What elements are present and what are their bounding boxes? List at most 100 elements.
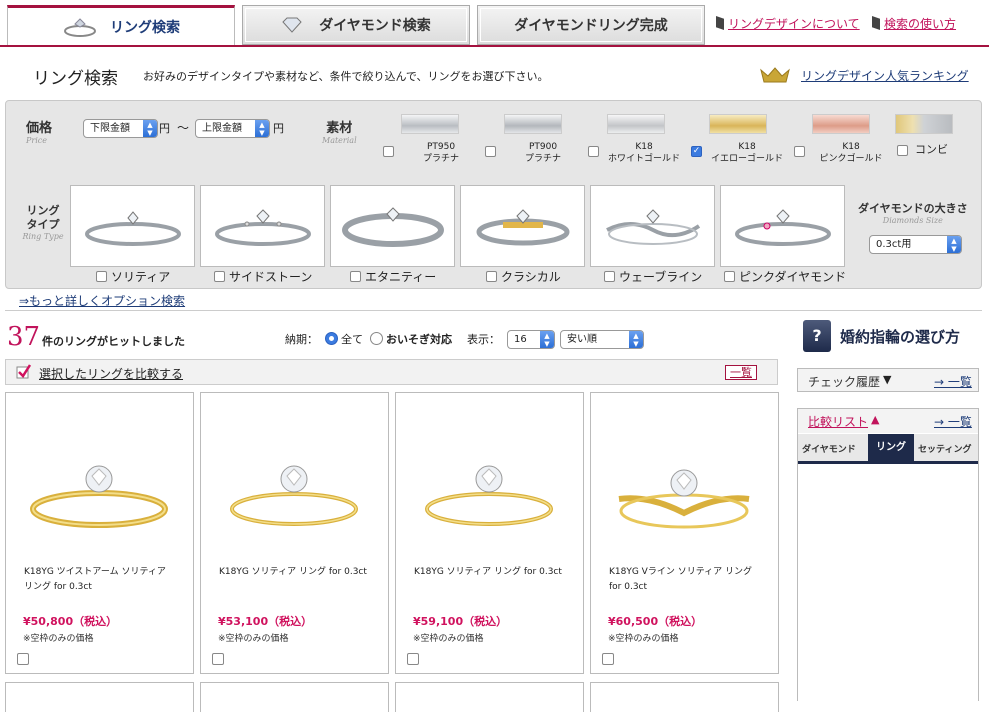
compare-selected-link[interactable]: 選択したリングを比較する	[39, 365, 183, 382]
product-price: ¥50,800（税込）	[23, 615, 118, 628]
product-price-note: ※空枠のみの価格	[23, 634, 94, 644]
ringtype-image-pink-diamond[interactable]	[720, 185, 845, 267]
product-card[interactable]	[200, 682, 389, 712]
product-card[interactable]: K18YG ソリティア リング for 0.3ct ¥59,100（税込） ※空…	[395, 392, 584, 674]
per-page-select[interactable]: 16 ▲ ▼	[507, 330, 555, 349]
material-checkbox-pt950[interactable]	[383, 146, 394, 157]
ringtype-label-classical: クラシカル	[501, 270, 561, 284]
select-value: 下限金額	[90, 123, 130, 134]
ringtype-checkbox-solitaire[interactable]	[96, 271, 107, 282]
product-card[interactable]	[590, 682, 779, 712]
check-history-list-link[interactable]: → 一覧	[934, 373, 972, 390]
show-label: 表示：	[467, 333, 500, 346]
diamond-size-select[interactable]: 0.3ct用 ▲ ▼	[869, 235, 962, 254]
chevron-up-icon[interactable]: ▲	[871, 413, 879, 426]
link-label: 検索の使い方	[884, 17, 957, 31]
product-name[interactable]: K18YG ツイストアーム ソリティアリング for 0.3ct	[24, 565, 174, 595]
sort-select[interactable]: 安い順 ▲ ▼	[560, 330, 644, 349]
product-compare-checkbox[interactable]	[407, 653, 419, 665]
material-label-group: 素材 Material	[322, 117, 357, 145]
ringtype-checkbox-waveline[interactable]	[604, 271, 615, 282]
result-count-text: 件のリングがヒットしました	[42, 335, 185, 348]
product-name[interactable]: K18YG ソリティア リング for 0.3ct	[414, 565, 564, 580]
material-name: K18 ピンクゴールド	[819, 142, 883, 164]
crown-icon	[760, 67, 790, 83]
tab-ring[interactable]: リング	[868, 434, 914, 461]
min-price-select[interactable]: 下限金額 ▲ ▼	[83, 119, 158, 138]
material-checkbox-combi[interactable]	[897, 145, 908, 156]
ringtype-label-solitaire: ソリティア	[111, 270, 171, 284]
delivery-radio-all[interactable]	[325, 332, 338, 345]
ringtype-image-eternity[interactable]	[330, 185, 455, 267]
chevron-down-icon[interactable]: ▼	[883, 373, 891, 386]
product-card[interactable]	[395, 682, 584, 712]
ringtype-checkbox-pink-diamond[interactable]	[724, 271, 735, 282]
ringtype-sublabel: Ring Type	[22, 232, 64, 241]
product-compare-checkbox[interactable]	[602, 653, 614, 665]
ringtype-checkbox-classical[interactable]	[486, 271, 497, 282]
material-checkbox-k18pg[interactable]	[794, 146, 805, 157]
select-value: 16	[514, 334, 527, 345]
compare-list-label[interactable]: 比較リスト	[808, 413, 868, 430]
product-compare-checkbox[interactable]	[17, 653, 29, 665]
material-name: K18 イエローゴールド	[711, 142, 783, 164]
ringtype-label-waveline: ウェーブライン	[619, 270, 703, 284]
ringtype-image-classical[interactable]	[460, 185, 585, 267]
tab-underline	[0, 45, 989, 47]
delivery-radio-rush[interactable]	[370, 332, 383, 345]
ringtype-image-waveline[interactable]	[590, 185, 715, 267]
tab-diamond-search[interactable]: ダイヤモンド検索	[242, 5, 470, 45]
material-label: 素材	[326, 121, 353, 136]
more-options-link[interactable]: ⇒もっと詳しくオプション検索	[19, 292, 185, 309]
chevron-updown-icon: ▲ ▼	[255, 120, 269, 137]
product-card[interactable]: K18YG ソリティア リング for 0.3ct ¥53,100（税込） ※空…	[200, 392, 389, 674]
ring-icon	[64, 18, 96, 37]
material-checkbox-pt900[interactable]	[485, 146, 496, 157]
material-name: K18 ホワイトゴールド	[607, 142, 680, 164]
ranking-link[interactable]: リングデザイン人気ランキング	[801, 67, 969, 84]
classical-ring-icon	[476, 209, 570, 246]
engagement-guide-link[interactable]: 婚約指輪の選び方	[840, 326, 960, 347]
ringtype-label-eternity: エタニティー	[365, 270, 437, 284]
material-checkbox-k18wg[interactable]	[588, 146, 599, 157]
how-to-search-link[interactable]: 検索の使い方	[872, 15, 956, 32]
pink-diamond-ring-icon	[735, 209, 831, 246]
product-name[interactable]: K18YG ソリティア リング for 0.3ct	[219, 565, 369, 580]
product-card[interactable]: K18YG Vライン ソリティア リング for 0.3ct ¥60,500（税…	[590, 392, 779, 674]
material-swatch-pt950	[401, 114, 459, 134]
ring-product-image	[30, 465, 168, 528]
search-panel: 価格 Price 下限金額 ▲ ▼ 円 〜 上限金額 ▲ ▼ 円 素材 Material…	[5, 100, 982, 289]
ringtype-checkbox-eternity[interactable]	[350, 271, 361, 282]
tab-diamond-ring-complete[interactable]: ダイヤモンドリング完成	[477, 5, 705, 45]
compare-list-box: 比較リスト ▲ → 一覧 ダイヤモンド リング セッティング	[797, 408, 979, 701]
material-swatch-k18yg	[709, 114, 767, 134]
eternity-ring-icon	[342, 207, 444, 247]
material-checkbox-k18yg[interactable]: ✓	[691, 146, 702, 157]
product-card[interactable]: K18YG ツイストアーム ソリティアリング for 0.3ct ¥50,800…	[5, 392, 194, 674]
tab-diamond[interactable]: ダイヤモンド	[802, 442, 856, 455]
product-price: ¥59,100（税込）	[413, 615, 508, 628]
ringtype-checkbox-sidestone[interactable]	[214, 271, 225, 282]
material-swatch-k18wg	[607, 114, 665, 134]
ring-design-link[interactable]: リングデザインについて	[716, 15, 860, 32]
product-card[interactable]	[5, 682, 194, 712]
panel-divider	[5, 310, 982, 311]
compare-list-link[interactable]: → 一覧	[934, 413, 972, 430]
max-price-select[interactable]: 上限金額 ▲ ▼	[195, 119, 270, 138]
price-sublabel: Price	[26, 136, 47, 145]
tab-ring-search[interactable]: リング検索	[7, 5, 235, 46]
diamond-size-label: ダイヤモンドの大きさ	[858, 202, 968, 215]
product-name[interactable]: K18YG Vライン ソリティア リング for 0.3ct	[609, 565, 759, 595]
tilde-label: 〜	[177, 121, 190, 135]
material-name-combi: コンビ	[915, 143, 948, 156]
check-history-label[interactable]: チェック履歴	[808, 373, 880, 390]
help-icon[interactable]: ?	[803, 320, 831, 352]
delivery-rush-label: おいそぎ対応	[386, 333, 452, 346]
tab-setting[interactable]: セッティング	[918, 442, 971, 455]
ringtype-image-sidestone[interactable]	[200, 185, 325, 267]
compare-list-button[interactable]: 一覧	[725, 365, 757, 380]
ringtype-image-solitaire[interactable]	[70, 185, 195, 267]
select-value: 0.3ct用	[876, 239, 912, 250]
ring-product-image	[618, 469, 750, 529]
product-compare-checkbox[interactable]	[212, 653, 224, 665]
